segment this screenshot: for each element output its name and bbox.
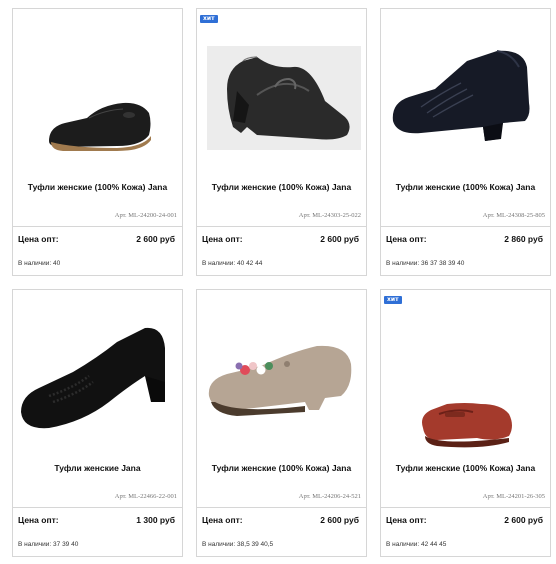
price-value: 2 860 руб [504, 234, 543, 244]
divider [13, 507, 182, 508]
beige-suede-loafer-icon[interactable] [197, 290, 366, 460]
product-sku: Арт. ML-24201-26-305 [482, 493, 545, 500]
product-card[interactable]: Туфли женские Jana Арт. ML-22466-22-001 … [12, 289, 183, 557]
price-label: Цена опт: [18, 234, 59, 244]
product-sku: Арт. ML-24206-24-521 [298, 493, 361, 500]
navy-heeled-shoe-icon[interactable] [381, 9, 550, 179]
product-sku: Арт. ML-24308-25-805 [482, 212, 545, 219]
price-label: Цена опт: [18, 515, 59, 525]
divider [197, 226, 366, 227]
product-name[interactable]: Туфли женские Jana [13, 463, 182, 473]
price-value: 2 600 руб [136, 234, 175, 244]
product-card[interactable]: Туфли женские (100% Кожа) Jana Арт. ML-2… [196, 289, 367, 557]
hit-badge: хит [384, 296, 402, 304]
product-name[interactable]: Туфли женские (100% Кожа) Jana [197, 182, 366, 192]
availability-text: В наличии: 40 [18, 260, 61, 267]
price-value: 2 600 руб [320, 515, 359, 525]
product-name[interactable]: Туфли женские (100% Кожа) Jana [381, 182, 550, 192]
product-name[interactable]: Туфли женские (100% Кожа) Jana [197, 463, 366, 473]
price-value: 2 600 руб [320, 234, 359, 244]
availability-text: В наличии: 40 42 44 [202, 260, 263, 267]
divider [381, 507, 550, 508]
divider [381, 226, 550, 227]
product-card[interactable]: хит Туфли женские (100% Кожа) Jana Арт. … [196, 8, 367, 276]
black-leather-loafer-icon[interactable] [13, 9, 182, 179]
product-sku: Арт. ML-24303-25-022 [298, 212, 361, 219]
black-suede-pump-icon[interactable] [13, 290, 182, 460]
product-sku: Арт. ML-24200-24-001 [114, 212, 177, 219]
product-card[interactable]: хит Туфли женские (100% Кожа) Jana Арт. … [380, 289, 551, 557]
availability-text: В наличии: 36 37 38 39 40 [386, 260, 465, 267]
product-name[interactable]: Туфли женские (100% Кожа) Jana [381, 463, 550, 473]
availability-text: В наличии: 38,5 39 40,5 [202, 541, 274, 548]
black-mary-jane-shoe-icon[interactable] [197, 9, 366, 179]
availability-text: В наличии: 37 39 40 [18, 541, 79, 548]
product-card[interactable]: Туфли женские (100% Кожа) Jana Арт. ML-2… [380, 8, 551, 276]
price-label: Цена опт: [386, 234, 427, 244]
product-name[interactable]: Туфли женские (100% Кожа) Jana [13, 182, 182, 192]
brown-penny-loafer-icon[interactable] [381, 290, 550, 460]
product-sku: Арт. ML-22466-22-001 [114, 493, 177, 500]
divider [13, 226, 182, 227]
price-label: Цена опт: [202, 234, 243, 244]
price-value: 1 300 руб [136, 515, 175, 525]
product-card[interactable]: Туфли женские (100% Кожа) Jana Арт. ML-2… [12, 8, 183, 276]
price-label: Цена опт: [386, 515, 427, 525]
price-label: Цена опт: [202, 515, 243, 525]
price-value: 2 600 руб [504, 515, 543, 525]
divider [197, 507, 366, 508]
hit-badge: хит [200, 15, 218, 23]
availability-text: В наличии: 42 44 45 [386, 541, 447, 548]
